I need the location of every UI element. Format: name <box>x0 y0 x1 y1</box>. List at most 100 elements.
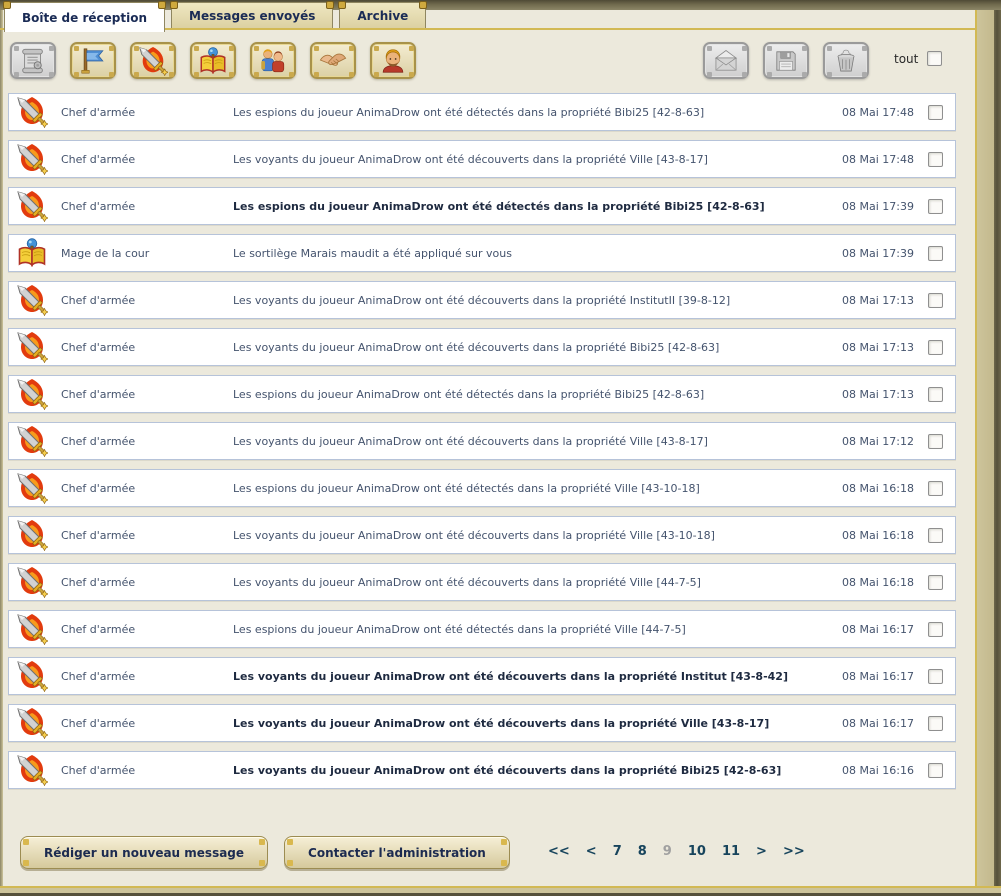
action-button-floppy-disk[interactable] <box>763 42 809 79</box>
message-sender: Chef d'armée <box>61 623 233 636</box>
message-checkbox[interactable] <box>928 669 943 684</box>
message-row[interactable]: Chef d'arméeLes espions du joueur AnimaD… <box>8 469 956 507</box>
message-date: 08 Mai 16:18 <box>822 482 914 495</box>
message-subject: Les voyants du joueur AnimaDrow ont été … <box>233 294 822 307</box>
filter-button-spellbook[interactable] <box>190 42 236 79</box>
filter-buttons <box>10 42 416 79</box>
message-checkbox[interactable] <box>928 434 943 449</box>
open-envelope-icon <box>712 47 740 75</box>
general-icon <box>378 46 408 76</box>
message-checkbox[interactable] <box>928 763 943 778</box>
message-sender: Chef d'armée <box>61 717 233 730</box>
trash-icon <box>832 47 860 75</box>
message-row[interactable]: Chef d'arméeLes espions du joueur AnimaD… <box>8 187 956 225</box>
page-link-10[interactable]: 10 <box>686 844 708 859</box>
sword-flame-icon <box>16 378 48 410</box>
action-button-trash[interactable] <box>823 42 869 79</box>
message-sender: Chef d'armée <box>61 153 233 166</box>
message-sender: Chef d'armée <box>61 435 233 448</box>
message-sender: Chef d'armée <box>61 529 233 542</box>
toolbar: tout <box>0 42 975 82</box>
action-button-open-envelope[interactable] <box>703 42 749 79</box>
message-date: 08 Mai 17:12 <box>822 435 914 448</box>
page-link-7[interactable]: 7 <box>611 844 624 859</box>
message-subject: Les voyants du joueur AnimaDrow ont été … <box>233 670 822 683</box>
message-row[interactable]: Chef d'arméeLes voyants du joueur AnimaD… <box>8 704 956 742</box>
message-row[interactable]: Chef d'arméeLes voyants du joueur AnimaD… <box>8 657 956 695</box>
tabbar: Boîte de réceptionMessages envoyésArchiv… <box>4 2 426 32</box>
handshake-icon <box>318 46 348 76</box>
message-checkbox[interactable] <box>928 199 943 214</box>
message-date: 08 Mai 16:16 <box>822 764 914 777</box>
filter-button-sword-flame[interactable] <box>130 42 176 79</box>
message-row[interactable]: Chef d'arméeLes espions du joueur AnimaD… <box>8 610 956 648</box>
page-prev-link[interactable]: < <box>584 844 599 859</box>
message-row[interactable]: Chef d'arméeLes voyants du joueur AnimaD… <box>8 140 956 178</box>
message-row[interactable]: Mage de la courLe sortilège Marais maudi… <box>8 234 956 272</box>
sword-flame-icon <box>16 331 48 363</box>
page-next-link[interactable]: > <box>754 844 769 859</box>
window-frame-right <box>975 0 1001 896</box>
message-subject: Les voyants du joueur AnimaDrow ont été … <box>233 341 822 354</box>
message-row[interactable]: Chef d'arméeLes espions du joueur AnimaD… <box>8 375 956 413</box>
message-row[interactable]: Chef d'arméeLes espions du joueur AnimaD… <box>8 93 956 131</box>
select-all: tout <box>894 51 942 66</box>
message-row[interactable]: Chef d'arméeLes voyants du joueur AnimaD… <box>8 328 956 366</box>
sword-flame-icon <box>16 519 48 551</box>
message-sender: Mage de la cour <box>61 247 233 260</box>
tab-archive[interactable]: Archive <box>339 2 426 28</box>
message-row[interactable]: Chef d'arméeLes voyants du joueur AnimaD… <box>8 751 956 789</box>
message-subject: Les espions du joueur AnimaDrow ont été … <box>233 200 822 213</box>
sword-flame-icon <box>16 754 48 786</box>
sword-flame-icon <box>16 566 48 598</box>
message-date: 08 Mai 17:13 <box>822 341 914 354</box>
message-subject: Les espions du joueur AnimaDrow ont été … <box>233 388 822 401</box>
message-checkbox[interactable] <box>928 105 943 120</box>
tab-inbox[interactable]: Boîte de réception <box>4 2 165 32</box>
message-subject: Les voyants du joueur AnimaDrow ont été … <box>233 764 822 777</box>
message-checkbox[interactable] <box>928 528 943 543</box>
sword-flame-icon <box>138 46 168 76</box>
footer: Rédiger un nouveau message Contacter l'a… <box>20 836 510 869</box>
message-row[interactable]: Chef d'arméeLes voyants du joueur AnimaD… <box>8 516 956 554</box>
message-checkbox[interactable] <box>928 293 943 308</box>
pagination: <<<7891011>>> <box>546 844 807 859</box>
filter-button-flag[interactable] <box>70 42 116 79</box>
contact-admin-button[interactable]: Contacter l'administration <box>284 836 510 869</box>
message-subject: Le sortilège Marais maudit a été appliqu… <box>233 247 822 260</box>
message-date: 08 Mai 17:39 <box>822 247 914 260</box>
message-checkbox[interactable] <box>928 622 943 637</box>
message-sender: Chef d'armée <box>61 341 233 354</box>
compose-button[interactable]: Rédiger un nouveau message <box>20 836 268 869</box>
message-date: 08 Mai 16:17 <box>822 623 914 636</box>
floppy-disk-icon <box>772 47 800 75</box>
select-all-checkbox[interactable] <box>927 51 942 66</box>
filter-button-citizens[interactable] <box>250 42 296 79</box>
message-row[interactable]: Chef d'arméeLes voyants du joueur AnimaD… <box>8 281 956 319</box>
message-checkbox[interactable] <box>928 575 943 590</box>
message-checkbox[interactable] <box>928 152 943 167</box>
message-row[interactable]: Chef d'arméeLes voyants du joueur AnimaD… <box>8 563 956 601</box>
filter-button-scroll[interactable] <box>10 42 56 79</box>
message-checkbox[interactable] <box>928 481 943 496</box>
page-link-11[interactable]: 11 <box>720 844 742 859</box>
filter-button-general[interactable] <box>370 42 416 79</box>
page-last-link[interactable]: >> <box>781 844 807 859</box>
message-sender: Chef d'armée <box>61 388 233 401</box>
message-checkbox[interactable] <box>928 716 943 731</box>
tab-sent[interactable]: Messages envoyés <box>171 2 333 28</box>
page-link-8[interactable]: 8 <box>636 844 649 859</box>
sword-flame-icon <box>16 425 48 457</box>
message-subject: Les voyants du joueur AnimaDrow ont été … <box>233 435 822 448</box>
flag-icon <box>78 46 108 76</box>
message-sender: Chef d'armée <box>61 670 233 683</box>
page-first-link[interactable]: << <box>546 844 572 859</box>
message-row[interactable]: Chef d'arméeLes voyants du joueur AnimaD… <box>8 422 956 460</box>
message-checkbox[interactable] <box>928 246 943 261</box>
message-checkbox[interactable] <box>928 340 943 355</box>
message-date: 08 Mai 16:17 <box>822 717 914 730</box>
message-checkbox[interactable] <box>928 387 943 402</box>
message-date: 08 Mai 17:48 <box>822 153 914 166</box>
filter-button-handshake[interactable] <box>310 42 356 79</box>
message-date: 08 Mai 17:48 <box>822 106 914 119</box>
